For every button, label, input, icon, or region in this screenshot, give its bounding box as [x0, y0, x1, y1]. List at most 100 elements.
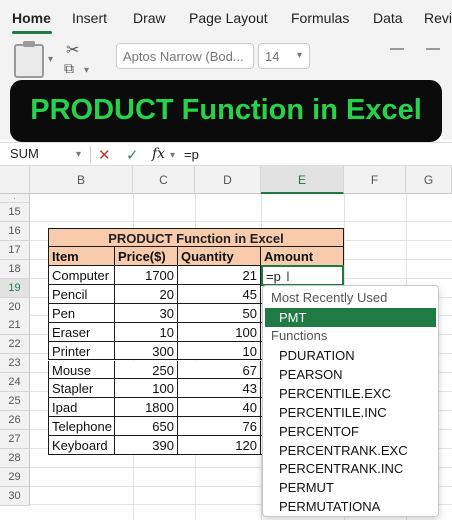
tab-insert[interactable]: Insert: [72, 10, 107, 26]
row-header-29[interactable]: 29: [0, 467, 30, 487]
cell-item[interactable]: Ipad: [48, 398, 115, 418]
row-header-20[interactable]: 20: [0, 297, 30, 317]
column-header-e[interactable]: E: [261, 166, 344, 194]
font-size-select[interactable]: 14: [258, 43, 310, 69]
cell-price[interactable]: 1700: [115, 266, 178, 285]
chevron-down-icon[interactable]: ▾: [76, 149, 81, 160]
column-header-c[interactable]: C: [133, 166, 195, 194]
row-header-28[interactable]: 28: [0, 448, 30, 468]
row-header-25[interactable]: 25: [0, 392, 30, 411]
row-header-23[interactable]: 23: [0, 354, 30, 374]
row-header-30[interactable]: 30: [0, 486, 30, 506]
paste-icon[interactable]: [14, 41, 44, 78]
row-header-26[interactable]: 26: [0, 410, 30, 430]
formula-bar-divider: [90, 146, 91, 163]
cell-qty[interactable]: 21: [178, 266, 261, 285]
gridline: [30, 220, 452, 222]
cell-item[interactable]: Pencil: [48, 284, 115, 304]
enter-icon[interactable]: ✓: [126, 146, 139, 164]
cell-item[interactable]: Telephone: [48, 417, 115, 437]
font-name-select[interactable]: Aptos Narrow (Bod...: [116, 43, 254, 69]
header-quantity[interactable]: Quantity: [178, 247, 261, 266]
cell-qty[interactable]: 43: [178, 379, 261, 399]
cut-icon[interactable]: ✂: [66, 40, 79, 60]
cell-qty[interactable]: 10: [178, 341, 261, 361]
autocomplete-item[interactable]: PEARSON: [265, 365, 436, 384]
header-item[interactable]: Item: [48, 247, 115, 266]
column-header-f[interactable]: F: [344, 166, 406, 194]
tab-review[interactable]: Revi: [424, 10, 452, 26]
autocomplete-item-pmt[interactable]: PMT: [265, 308, 436, 327]
ribbon-toolbar: ▾ ✂ ⧉ ▾ Aptos Narrow (Bod... 14 ▾: [0, 36, 452, 84]
align-top-icon[interactable]: [390, 48, 404, 50]
select-all-corner[interactable]: [0, 166, 30, 194]
table-title[interactable]: PRODUCT Function in Excel: [48, 228, 344, 247]
cell-price[interactable]: 650: [115, 417, 178, 437]
autocomplete-item[interactable]: PERCENTILE.EXC: [265, 384, 436, 403]
cell-price[interactable]: 10: [115, 322, 178, 342]
cell-qty[interactable]: 45: [178, 284, 261, 304]
column-header-d[interactable]: D: [195, 166, 261, 194]
column-header-b[interactable]: B: [30, 166, 133, 194]
formula-input[interactable]: =p: [184, 147, 199, 162]
chevron-down-icon[interactable]: ▾: [48, 54, 53, 65]
cell-price[interactable]: 390: [115, 436, 178, 455]
autocomplete-item[interactable]: PERMUT: [265, 478, 436, 497]
copy-icon[interactable]: ⧉: [64, 60, 74, 77]
chevron-down-icon[interactable]: ▾: [84, 65, 89, 76]
cell-qty[interactable]: 40: [178, 398, 261, 418]
cancel-icon[interactable]: ✕: [98, 146, 111, 164]
cell-item[interactable]: Computer: [48, 266, 115, 285]
cell-qty[interactable]: 50: [178, 303, 261, 323]
cell-price[interactable]: 30: [115, 303, 178, 323]
name-box[interactable]: SUM: [4, 145, 86, 164]
cell-qty[interactable]: 67: [178, 360, 261, 380]
cell-item[interactable]: Printer: [48, 341, 115, 361]
autocomplete-item[interactable]: PERMUTATIONA: [265, 497, 436, 516]
cell-qty[interactable]: 76: [178, 417, 261, 437]
align-center-icon[interactable]: [426, 48, 440, 50]
autocomplete-item[interactable]: PERCENTILE.INC: [265, 403, 436, 422]
cell-price[interactable]: 100: [115, 379, 178, 399]
function-autocomplete[interactable]: Most Recently Used PMT Functions PDURATI…: [262, 285, 439, 517]
row-header-15[interactable]: 15: [0, 203, 30, 222]
cell-qty[interactable]: 100: [178, 322, 261, 342]
tab-page-layout[interactable]: Page Layout: [189, 10, 268, 26]
row-header-24[interactable]: 24: [0, 373, 30, 393]
active-cell-e19[interactable]: =p: [261, 265, 344, 286]
row-header-17[interactable]: 17: [0, 240, 30, 260]
autocomplete-item[interactable]: PERCENTOF: [265, 422, 436, 441]
cell-qty[interactable]: 120: [178, 436, 261, 455]
autocomplete-item[interactable]: PERCENTRANK.INC: [265, 459, 436, 478]
row-header-19[interactable]: 19: [0, 278, 30, 298]
tab-data[interactable]: Data: [373, 10, 403, 26]
row-header-18[interactable]: 18: [0, 259, 30, 279]
ribbon-tabs: Home Insert Draw Page Layout Formulas Da…: [0, 0, 452, 36]
ribbon-edge-left: [0, 84, 10, 140]
cell-price[interactable]: 250: [115, 360, 178, 380]
row-header-27[interactable]: 27: [0, 429, 30, 449]
tab-formulas[interactable]: Formulas: [291, 10, 349, 26]
header-amount[interactable]: Amount: [261, 247, 344, 266]
cell-item[interactable]: Keyboard: [48, 436, 115, 455]
row-header-16[interactable]: 16: [0, 221, 30, 241]
header-price[interactable]: Price($): [115, 247, 178, 266]
cell-item[interactable]: Stapler: [48, 379, 115, 399]
functions-section-label: Functions: [271, 328, 328, 343]
autocomplete-item[interactable]: PERCENTRANK.EXC: [265, 441, 436, 460]
tab-draw[interactable]: Draw: [133, 10, 166, 26]
tab-home[interactable]: Home: [12, 10, 51, 26]
row-header-21[interactable]: 21: [0, 316, 30, 336]
column-header-g[interactable]: G: [406, 166, 452, 194]
cell-price[interactable]: 300: [115, 341, 178, 361]
cell-price[interactable]: 1800: [115, 398, 178, 418]
row-header-22[interactable]: 22: [0, 335, 30, 355]
cell-price[interactable]: 20: [115, 284, 178, 304]
autocomplete-item[interactable]: PDURATION: [265, 346, 436, 365]
cell-item[interactable]: Pen: [48, 303, 115, 323]
cell-item[interactable]: Eraser: [48, 322, 115, 342]
chevron-down-icon[interactable]: ▾: [170, 150, 175, 161]
function-icon[interactable]: fx: [152, 146, 165, 162]
cell-item[interactable]: Mouse: [48, 360, 115, 380]
chevron-down-icon: ▾: [297, 50, 303, 61]
